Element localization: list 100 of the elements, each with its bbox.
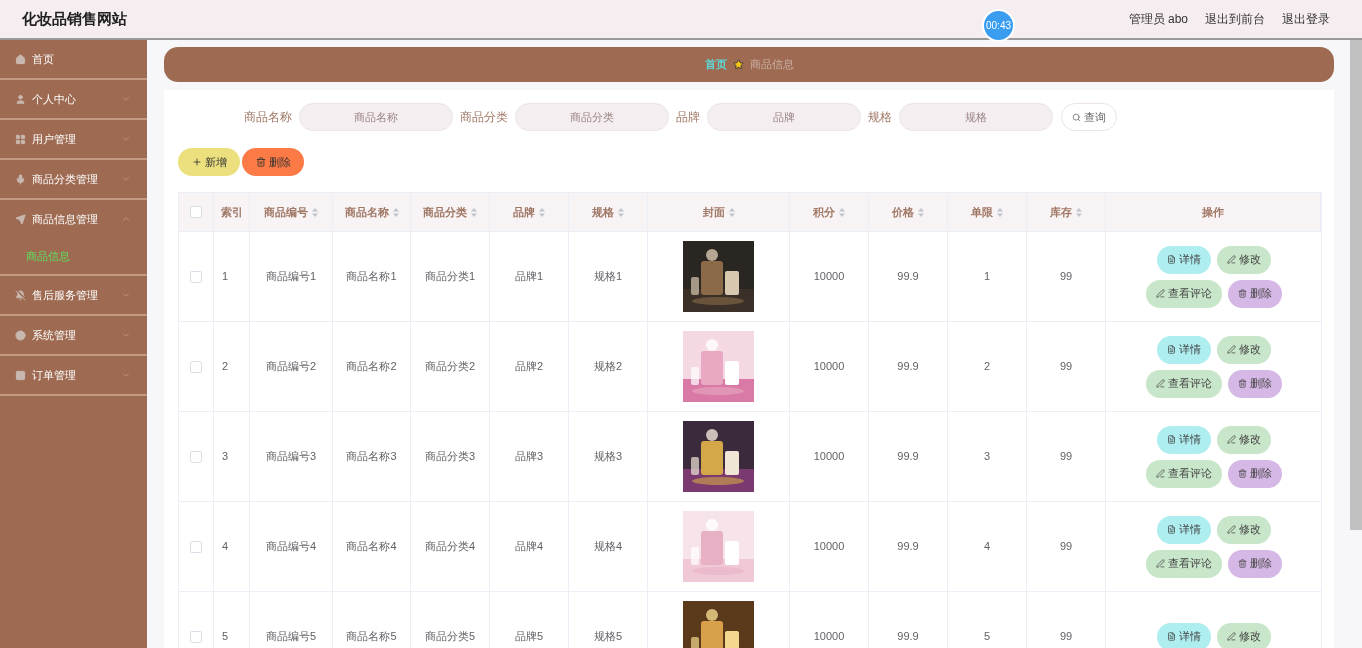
delete-button[interactable]: 删除	[1227, 279, 1282, 308]
checkbox[interactable]	[190, 206, 202, 218]
table-cell-text: 10000	[813, 539, 845, 555]
sidebar-item[interactable]: 商品分类管理	[0, 160, 147, 198]
table-cell-text: 规格1	[593, 269, 623, 285]
header-link[interactable]: 退出到前台	[1205, 10, 1265, 28]
detail-button[interactable]: 详情	[1156, 425, 1211, 454]
sort-icon[interactable]	[539, 207, 545, 217]
table-cell-text: 商品名称1	[346, 269, 397, 285]
table-cell-text: 商品编号4	[265, 539, 317, 555]
site-title: 化妆品销售网站	[22, 8, 127, 29]
checkbox[interactable]	[190, 360, 202, 373]
view-comments-button[interactable]: 查看评论	[1145, 459, 1222, 488]
scrollbar[interactable]	[1350, 40, 1362, 530]
sort-icon[interactable]	[728, 207, 735, 217]
paper-plane-icon	[15, 213, 26, 225]
sort-icon[interactable]	[1076, 207, 1082, 217]
search-field[interactable]: 规格	[898, 103, 1053, 131]
trash-icon	[255, 157, 266, 167]
view-comments-button[interactable]: 查看评论	[1145, 549, 1222, 578]
checkbox[interactable]	[190, 270, 202, 283]
field-label: 商品分类	[459, 109, 508, 126]
table-cell-text: 5	[983, 629, 991, 645]
table-cell-text: 商品名称2	[346, 359, 397, 375]
view-comments-button[interactable]: 查看评论	[1145, 369, 1222, 398]
table-cell-text: 99	[1059, 449, 1073, 465]
table-cell-text: 99.9	[897, 629, 919, 645]
checkbox[interactable]	[190, 540, 202, 553]
sidebar-item[interactable]: 系统管理	[0, 316, 147, 354]
chevron-down-icon	[121, 94, 131, 104]
sidebar-item[interactable]: 用户管理	[0, 120, 147, 158]
delete-button[interactable]: 删除	[1227, 459, 1282, 488]
view-comments-button[interactable]: 查看评论	[1145, 279, 1222, 308]
document-icon	[1166, 632, 1176, 641]
add-button[interactable]: 新增	[178, 148, 240, 176]
column-header[interactable]: 封面	[702, 203, 725, 221]
document-icon	[1166, 525, 1176, 534]
checkbox[interactable]	[190, 630, 202, 643]
column-header[interactable]: 库存	[1050, 203, 1072, 221]
sort-icon[interactable]	[392, 207, 399, 217]
checkbox[interactable]	[190, 450, 202, 463]
column-header[interactable]: 商品名称	[344, 203, 389, 221]
search-field[interactable]: 商品名称	[298, 103, 453, 131]
field-label: 商品名称	[243, 109, 292, 126]
sidebar-item[interactable]: 首页	[0, 40, 147, 78]
table-cell-text: 品牌4	[514, 539, 544, 555]
detail-button[interactable]: 详情	[1156, 515, 1211, 544]
header-link[interactable]: 退出登录	[1282, 10, 1330, 28]
table-cell-text: 99	[1059, 269, 1073, 285]
column-header[interactable]: 价格	[892, 203, 914, 221]
delete-button[interactable]: 删除	[1227, 369, 1282, 398]
column-header[interactable]: 商品编号	[264, 203, 308, 221]
table-cell-text: 商品编号3	[265, 449, 317, 465]
sidebar-item[interactable]: 订单管理	[0, 356, 147, 394]
edit-button[interactable]: 修改	[1216, 335, 1271, 364]
sort-icon[interactable]	[918, 207, 924, 217]
edit-button[interactable]: 修改	[1216, 245, 1271, 274]
detail-button[interactable]: 详情	[1156, 245, 1211, 274]
column-header[interactable]: 品牌	[513, 203, 535, 221]
sort-icon[interactable]	[997, 207, 1003, 217]
delete-button[interactable]: 删除	[1227, 549, 1282, 578]
batch-delete-button[interactable]: 删除	[242, 148, 304, 176]
trash-icon	[1237, 469, 1247, 478]
pen-icon	[1155, 379, 1165, 388]
table-cell-text: 99.9	[897, 539, 919, 555]
table-cell-text: 规格5	[593, 629, 623, 645]
trash-icon	[1237, 379, 1247, 388]
table-cell-text: 规格3	[593, 449, 623, 465]
column-header[interactable]: 规格	[592, 203, 614, 221]
sort-icon[interactable]	[471, 207, 477, 217]
column-header[interactable]: 商品分类	[423, 203, 467, 221]
trash-icon	[1237, 289, 1247, 298]
chevron-down-icon	[121, 174, 131, 184]
table-cell-text: 商品分类4	[424, 539, 476, 555]
edit-button[interactable]: 修改	[1216, 515, 1271, 544]
pen-icon	[1226, 255, 1236, 264]
bell-off-icon	[15, 289, 26, 301]
sort-icon[interactable]	[839, 207, 845, 217]
plus-icon	[191, 157, 202, 167]
column-header[interactable]: 积分	[813, 203, 835, 221]
table-cell-text: 规格4	[593, 539, 623, 555]
sort-icon[interactable]	[312, 207, 318, 217]
sidebar-item[interactable]: 商品信息管理	[0, 200, 147, 238]
search-field[interactable]: 商品分类	[514, 103, 669, 131]
table-cell-text: 10000	[813, 449, 845, 465]
table-cell-text: 10000	[813, 629, 845, 645]
table-cell-text: 商品名称3	[346, 449, 397, 465]
edit-button[interactable]: 修改	[1216, 622, 1271, 648]
sidebar-item[interactable]: 售后服务管理	[0, 276, 147, 314]
column-header[interactable]: 单限	[971, 203, 993, 221]
detail-button[interactable]: 详情	[1156, 335, 1211, 364]
admin-label: 管理员 abo	[1128, 11, 1188, 28]
star-icon	[732, 59, 744, 70]
edit-button[interactable]: 修改	[1216, 425, 1271, 454]
search-button[interactable]: 查询	[1060, 103, 1117, 131]
sort-icon[interactable]	[618, 207, 624, 217]
detail-button[interactable]: 详情	[1156, 622, 1211, 648]
column-header: 索引	[220, 204, 243, 220]
search-field[interactable]: 品牌	[706, 103, 861, 131]
sidebar-item[interactable]: 个人中心	[0, 80, 147, 118]
